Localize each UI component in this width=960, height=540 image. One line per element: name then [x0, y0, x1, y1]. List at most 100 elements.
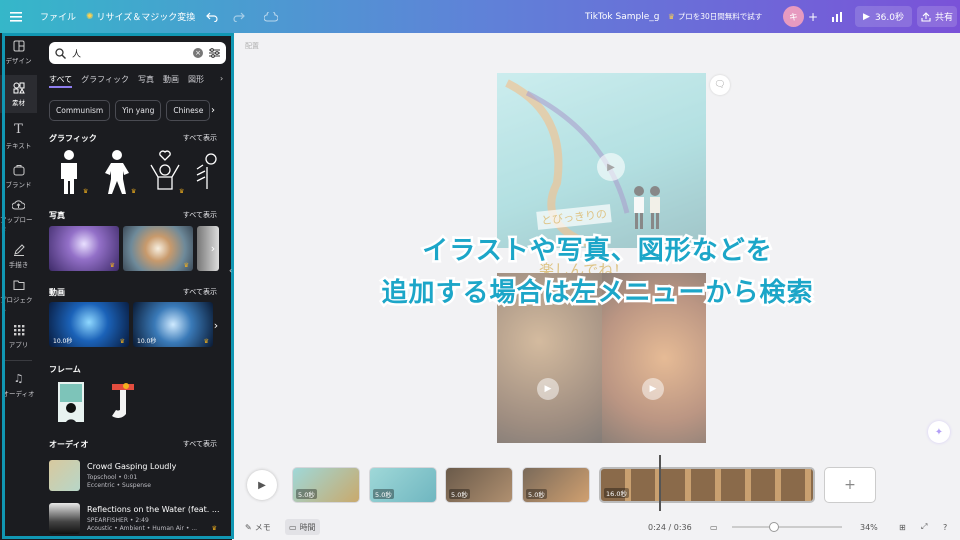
fullscreen-button[interactable]: ⤢ — [921, 519, 927, 535]
crown-icon: ♛ — [119, 338, 125, 345]
undo-button[interactable] — [206, 0, 218, 33]
sparkle-icon: ✺ — [86, 11, 94, 22]
zoom-level[interactable]: 34% — [860, 519, 878, 535]
zoom-slider-handle[interactable] — [769, 522, 780, 532]
elements-icon — [13, 82, 25, 93]
crown-icon: ♛ — [109, 262, 115, 269]
help-button[interactable]: ? — [943, 519, 947, 535]
filter-icon[interactable] — [209, 48, 220, 58]
trial-button[interactable]: ♛ プロを30日間無料で試す — [668, 0, 762, 33]
timeline-clip-selected[interactable]: 16.0秒 — [599, 467, 815, 503]
audio-see-all[interactable]: すべて表示 — [183, 439, 217, 450]
tab-shapes[interactable]: 図形 — [188, 74, 204, 88]
rail-item-elements[interactable]: 素材 — [0, 75, 37, 113]
graphic-person-partial[interactable] — [193, 149, 219, 195]
rail-item-draw[interactable]: 手描き — [0, 237, 37, 275]
timeline-clip[interactable]: 5.0秒 — [445, 467, 513, 503]
tabs-next-icon[interactable]: › — [220, 74, 223, 83]
search-icon — [55, 47, 66, 59]
analytics-button[interactable] — [832, 0, 843, 33]
crown-icon: ♛ — [183, 262, 189, 269]
svg-text:♛: ♛ — [179, 188, 184, 195]
play-icon: ▶ — [258, 479, 266, 491]
clear-search-icon[interactable]: × — [193, 48, 203, 58]
audio-cover — [49, 460, 80, 491]
rail-item-text[interactable]: T テキスト — [0, 117, 37, 155]
svg-text:♛: ♛ — [131, 188, 136, 195]
hamburger-icon — [10, 11, 22, 22]
videos-see-all[interactable]: すべて表示 — [183, 287, 217, 298]
crown-icon: ♛ — [211, 525, 217, 532]
avatar[interactable]: キ — [783, 0, 804, 33]
frame-shape-icon — [58, 382, 84, 422]
frame-thumbnail[interactable] — [108, 380, 138, 424]
graphic-person-hands-hips[interactable]: ♛ — [97, 149, 137, 195]
audio-item[interactable]: Reflections on the Water (feat. ... SPEA… — [49, 503, 220, 539]
folder-icon — [13, 280, 24, 290]
frames-section-header: フレーム — [49, 365, 81, 374]
person-icon — [196, 153, 217, 189]
top-bar: ファイル ✺ リサイズ＆マジック変換 TikTok Sample_g ♛ プロを… — [0, 0, 960, 33]
rail-item-projects[interactable]: プロジェクト — [0, 277, 37, 315]
graphics-see-all[interactable]: すべて表示 — [183, 133, 217, 144]
cloud-save-status[interactable] — [264, 0, 278, 33]
add-clip-button[interactable]: + — [824, 467, 876, 503]
undo-icon — [206, 12, 218, 22]
tab-photos[interactable]: 写真 — [138, 74, 154, 88]
video-thumbnail[interactable]: 10.0秒 ♛ — [49, 302, 129, 347]
photos-see-all[interactable]: すべて表示 — [183, 210, 217, 221]
videos-next-icon[interactable]: › — [209, 318, 223, 332]
timeline-clip[interactable]: 5.0秒 — [292, 467, 360, 503]
chip-chinese[interactable]: Chinese — [166, 100, 211, 121]
audio-section-header: オーディオ すべて表示 — [49, 439, 217, 450]
rail-item-brand[interactable]: ブランド — [0, 157, 37, 195]
tab-all[interactable]: すべて — [49, 74, 73, 88]
graphic-person-heart[interactable]: ♛ — [145, 149, 185, 195]
chips-next-icon[interactable]: › — [211, 105, 215, 116]
chip-communism[interactable]: Communism — [49, 100, 111, 121]
cloud-icon — [264, 11, 278, 22]
rail-item-audio[interactable]: ♫ オーディオ — [0, 366, 37, 404]
rail-item-design[interactable]: デザイン — [0, 33, 37, 71]
rail-item-apps[interactable]: アプリ — [0, 317, 37, 355]
share-button[interactable]: 共有 — [917, 6, 958, 27]
svg-text:♛: ♛ — [83, 188, 88, 195]
tab-graphics[interactable]: グラフィック — [81, 74, 129, 88]
help-icon: ? — [943, 522, 948, 532]
zoom-slider[interactable] — [732, 519, 842, 535]
photo-thumbnail[interactable]: ♛ — [123, 226, 193, 271]
graphics-section-header: グラフィック すべて表示 — [49, 133, 217, 144]
search-input[interactable]: 人 — [72, 47, 187, 60]
frame-thumbnail[interactable] — [56, 380, 86, 424]
fit-screen-button[interactable]: ▭ — [710, 519, 718, 535]
redo-button[interactable] — [233, 0, 245, 33]
menu-button[interactable] — [10, 0, 22, 33]
play-button[interactable]: ▶ 36.0秒 — [855, 6, 912, 27]
file-menu[interactable]: ファイル — [40, 0, 76, 33]
instruction-caption: イラストや写真、図形などを 追加する場合は左メニューから検索 — [379, 234, 815, 311]
rail-item-upload[interactable]: アップロード — [0, 197, 37, 235]
timer-button[interactable]: ▭ 時間 — [285, 519, 320, 535]
grid-view-button[interactable]: ⊞ — [899, 519, 906, 535]
photos-next-icon[interactable]: › — [206, 241, 220, 255]
search-box[interactable]: 人 × — [49, 42, 226, 64]
person-heart-icon: ♛ — [150, 150, 184, 195]
suggestion-chips: Communism Yin yang Chinese — [49, 100, 211, 121]
timeline-play-button[interactable]: ▶ — [247, 470, 277, 500]
playhead[interactable] — [659, 455, 661, 511]
letter-j-frame-icon — [112, 383, 134, 418]
timeline-clip[interactable]: 5.0秒 — [522, 467, 590, 503]
video-thumbnail[interactable]: 10.0秒 ♛ — [133, 302, 213, 347]
elements-panel: 人 × すべて グラフィック 写真 動画 図形 › Communism Yin … — [37, 33, 232, 540]
chip-yin-yang[interactable]: Yin yang — [115, 100, 162, 121]
notes-button[interactable]: ✎ メモ — [245, 519, 271, 535]
resize-button[interactable]: ✺ リサイズ＆マジック変換 — [86, 0, 195, 33]
photo-thumbnail[interactable]: ♛ — [49, 226, 119, 271]
design-title[interactable]: TikTok Sample_g — [585, 0, 659, 33]
audio-item[interactable]: Crowd Gasping Loudly Topschool • 0:01 Ec… — [49, 460, 219, 496]
tab-videos[interactable]: 動画 — [163, 74, 179, 88]
timeline-clip[interactable]: 5.0秒 — [369, 467, 437, 503]
timeline: ▶ 5.0秒 5.0秒 5.0秒 5.0秒 16.0秒 + — [235, 455, 960, 515]
add-collaborator-button[interactable]: + — [808, 0, 818, 33]
graphic-person-standing[interactable]: ♛ — [49, 149, 89, 195]
